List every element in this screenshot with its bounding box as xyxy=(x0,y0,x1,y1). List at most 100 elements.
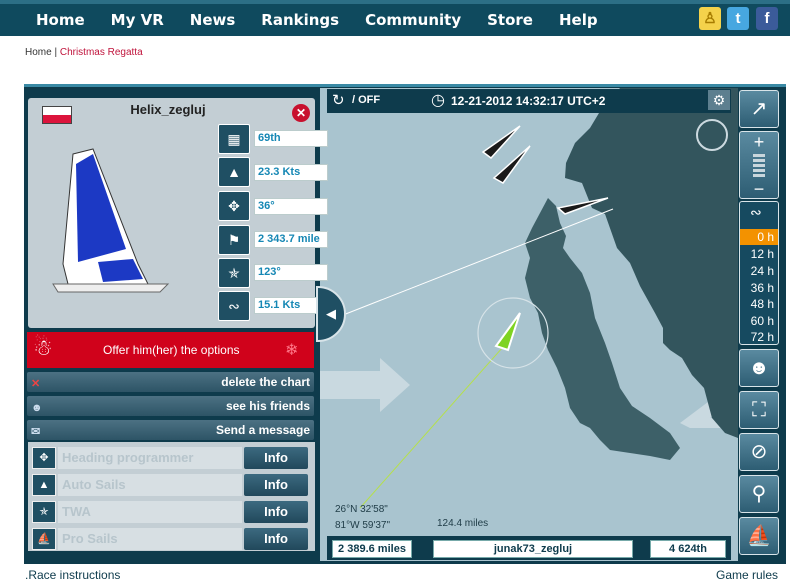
twa-icon: ✯ xyxy=(218,258,250,288)
top-navigation-bar: Home My VR News Rankings Community Store… xyxy=(0,0,790,36)
map-controls: ↗ + − ∾ 0 h 12 h 24 h 36 h 48 h 60 h 72 … xyxy=(738,88,782,561)
santa-icon: ☃ xyxy=(33,335,53,360)
distance-flag-icon: ⚑ xyxy=(218,225,250,255)
breadcrumb-current[interactable]: Christmas Regatta xyxy=(60,47,143,58)
ranking-icon: ▦ xyxy=(218,124,250,154)
stat-heading: 36° xyxy=(254,198,328,215)
breadcrumb-home[interactable]: Home xyxy=(25,47,52,58)
wind-forecast-selector: ∾ 0 h 12 h 24 h 36 h 48 h 60 h 72 h xyxy=(739,201,779,345)
player-name: Helix_zegluj xyxy=(130,102,206,117)
stat-distance: 2 343.7 mile xyxy=(254,231,328,248)
player-info-panel: Helix_zegluj ✕ ▦ 69th ▲ 23.3 Kts ✥ 36° ⚑… xyxy=(28,98,328,328)
clock-icon: ◷ xyxy=(431,92,445,109)
nav-home[interactable]: Home xyxy=(36,11,85,29)
windsock-forecast-icon: ∾ xyxy=(750,204,762,220)
info-button[interactable]: Info xyxy=(244,474,308,496)
no-compass-icon[interactable]: ⊘ xyxy=(739,433,779,471)
option-label: Pro Sails xyxy=(58,528,242,550)
hour-option[interactable]: 0 h xyxy=(740,229,778,245)
send-message-button[interactable]: ✉ Send a message xyxy=(27,420,314,440)
zoom-out-icon[interactable]: − xyxy=(740,180,778,198)
stat-rank: 69th xyxy=(254,130,328,147)
nav-rankings[interactable]: Rankings xyxy=(261,11,339,29)
option-row: ✥ Heading programmer Info xyxy=(32,447,311,469)
zoom-control[interactable]: + − xyxy=(739,131,779,199)
auto-sails-icon: ▲ xyxy=(32,474,56,496)
poland-flag-icon xyxy=(42,106,72,124)
info-button[interactable]: Info xyxy=(244,528,308,550)
see-friends-label: see his friends xyxy=(225,399,310,413)
race-instructions-link[interactable]: .Race instructions xyxy=(25,568,120,582)
facebook-icon[interactable]: f xyxy=(756,7,778,30)
longitude: 81°W 59'37" xyxy=(335,520,391,531)
stat-twa: 123° xyxy=(254,264,328,281)
user-badge-icon[interactable]: ♙ xyxy=(699,7,721,30)
breadcrumb: Home | Christmas Regatta xyxy=(25,47,143,58)
autorefresh-status[interactable]: / OFF xyxy=(352,94,380,106)
option-row: ▲ Auto Sails Info xyxy=(32,474,311,496)
option-row: ⛵ Pro Sails Info xyxy=(32,528,311,550)
zoom-level-bars xyxy=(753,154,765,178)
nav-store[interactable]: Store xyxy=(487,11,533,29)
center-view-icon[interactable]: ⛶ xyxy=(739,391,779,429)
refresh-icon[interactable]: ↻ xyxy=(332,91,345,109)
speed-sail-icon: ▲ xyxy=(218,157,250,187)
close-icon[interactable]: ✕ xyxy=(292,104,310,122)
delete-icon: ✕ xyxy=(31,378,41,390)
delete-chart-button[interactable]: ✕ delete the chart xyxy=(27,372,314,392)
info-button[interactable]: Info xyxy=(244,501,308,523)
delete-chart-label: delete the chart xyxy=(221,375,310,389)
nav-news[interactable]: News xyxy=(190,11,236,29)
envelope-icon: ✉ xyxy=(31,426,41,438)
selected-player-name: junak73_zegluj xyxy=(433,540,633,558)
selected-player-rank: 4 624th xyxy=(650,540,726,558)
snowflake-icon: ❄ xyxy=(285,342,299,359)
offer-text: Offer him(her) the options xyxy=(103,343,240,357)
pro-sails-icon: ⛵ xyxy=(32,528,56,550)
options-panel: ✥ Heading programmer Info ▲ Auto Sails I… xyxy=(28,442,315,551)
hour-option[interactable]: 36 h xyxy=(740,280,778,296)
twitter-icon[interactable]: t xyxy=(727,7,749,30)
option-label: Auto Sails xyxy=(58,474,242,496)
friends-filter-icon[interactable]: ☻ xyxy=(739,349,779,387)
arrow-left-icon: ◀ xyxy=(326,306,336,321)
boat-view-icon[interactable]: ⛵ xyxy=(739,517,779,555)
game-datetime: 12-21-2012 14:32:17 UTC+2 xyxy=(451,94,606,108)
measure-distance: 124.4 miles xyxy=(437,518,489,529)
magnifier-icon[interactable]: ⚲ xyxy=(739,475,779,513)
friends-icon: ☻ xyxy=(31,402,43,414)
hour-option[interactable]: 48 h xyxy=(740,296,778,312)
map-svg xyxy=(320,88,738,561)
see-friends-button[interactable]: ☻ see his friends xyxy=(27,396,314,416)
windsock-icon: ∾ xyxy=(218,291,250,321)
option-label: Heading programmer xyxy=(58,447,242,469)
twa-option-icon: ✯ xyxy=(32,501,56,523)
stat-speed: 23.3 Kts xyxy=(254,164,328,181)
map-view[interactable] xyxy=(320,88,738,561)
breadcrumb-separator: | xyxy=(51,47,60,58)
nav-help[interactable]: Help xyxy=(559,11,598,29)
main-nav: Home My VR News Rankings Community Store… xyxy=(36,11,624,29)
map-status-bar: 2 389.6 miles junak73_zegluj 4 624th xyxy=(327,536,731,560)
sail-illustration xyxy=(52,148,170,293)
heading-compass-icon: ✥ xyxy=(218,191,250,221)
zoom-in-icon[interactable]: + xyxy=(740,132,778,152)
option-row: ✯ TWA Info xyxy=(32,501,311,523)
fullscreen-icon[interactable]: ↗ xyxy=(739,90,779,128)
hour-option[interactable]: 24 h xyxy=(740,263,778,279)
game-rules-link[interactable]: Game rules xyxy=(716,568,778,582)
nav-community[interactable]: Community xyxy=(365,11,461,29)
coordinates-readout: 26°N 32'58" 81°W 59'37" xyxy=(335,502,390,534)
latitude: 26°N 32'58" xyxy=(335,504,388,515)
top-strip xyxy=(0,0,790,4)
hour-option[interactable]: 12 h xyxy=(740,246,778,262)
send-message-label: Send a message xyxy=(215,423,310,437)
nav-my-vr[interactable]: My VR xyxy=(111,11,164,29)
distance-to-finish: 2 389.6 miles xyxy=(332,540,412,558)
settings-icon[interactable]: ⚙ xyxy=(708,90,730,110)
info-button[interactable]: Info xyxy=(244,447,308,469)
offer-banner[interactable]: ☃ Offer him(her) the options ❄ xyxy=(27,332,314,368)
hour-option[interactable]: 72 h xyxy=(740,329,778,345)
heading-programmer-icon: ✥ xyxy=(32,447,56,469)
hour-option[interactable]: 60 h xyxy=(740,313,778,329)
